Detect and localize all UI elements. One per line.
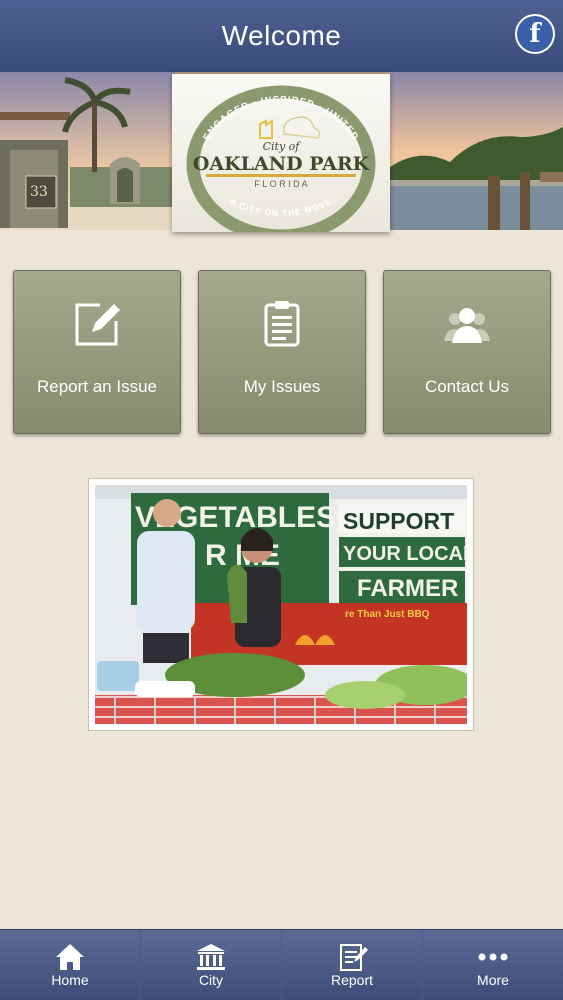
people-icon — [444, 308, 490, 343]
contact-us-label: Contact Us — [424, 377, 510, 396]
city-hall-icon — [197, 944, 225, 970]
tab-city[interactable]: City — [141, 930, 282, 1000]
tab-report[interactable]: Report — [282, 930, 423, 1000]
tab-home[interactable]: Home — [0, 930, 141, 1000]
tab-home-label: Home — [51, 972, 89, 988]
featured-photo: VEGETABLES R ME SUPPORT YOUR LOCAL FARME… — [88, 478, 474, 731]
seal-city-of: City of — [263, 140, 302, 153]
home-icon — [56, 944, 84, 970]
pencil-edit-icon — [75, 303, 120, 346]
waterway-image — [390, 72, 563, 230]
clipboard-icon — [264, 301, 300, 347]
sign-farmer: FARMER — [357, 575, 458, 602]
seal-state: F L O R I D A — [254, 179, 307, 189]
my-issues-label: My Issues — [243, 377, 321, 396]
sign-support: SUPPORT — [343, 508, 454, 534]
tab-more-label: More — [477, 972, 509, 988]
contact-us-tile[interactable]: Contact Us — [383, 270, 551, 434]
address-number: 33 — [30, 184, 48, 200]
farmers-market-photo: VEGETABLES R ME SUPPORT YOUR LOCAL FARME… — [95, 485, 467, 724]
sign-your-local: YOUR LOCAL — [343, 543, 467, 565]
tab-more[interactable]: More — [423, 930, 563, 1000]
seal-graphic: ENGAGED • INSPIRED • UNITED A CITY ON TH… — [186, 85, 376, 243]
facebook-icon[interactable]: f — [515, 14, 555, 54]
van-text: re Than Just BBQ — [345, 609, 430, 620]
top-nav-bar: Welcome f — [0, 0, 563, 72]
svg-text:A CITY ON THE MOVE: A CITY ON THE MOVE — [229, 196, 334, 218]
city-seal-logo: ENGAGED • INSPIRED • UNITED A CITY ON TH… — [172, 74, 390, 243]
seal-city-name: OAKLAND PARK — [193, 153, 371, 175]
report-issue-label: Report an Issue — [36, 377, 157, 396]
tab-report-label: Report — [330, 972, 374, 988]
city-entrance-image: 33 — [0, 72, 175, 230]
more-dots-icon — [478, 953, 508, 961]
page-title: Welcome — [221, 20, 342, 51]
report-issue-tile[interactable]: Report an Issue — [13, 270, 181, 434]
seal-motto: A CITY ON THE MOVE — [229, 196, 333, 218]
tab-city-label: City — [198, 972, 224, 988]
report-icon — [340, 944, 368, 971]
bottom-tab-bar: Home City Report More — [0, 929, 563, 1000]
my-issues-tile[interactable]: My Issues — [198, 270, 366, 434]
